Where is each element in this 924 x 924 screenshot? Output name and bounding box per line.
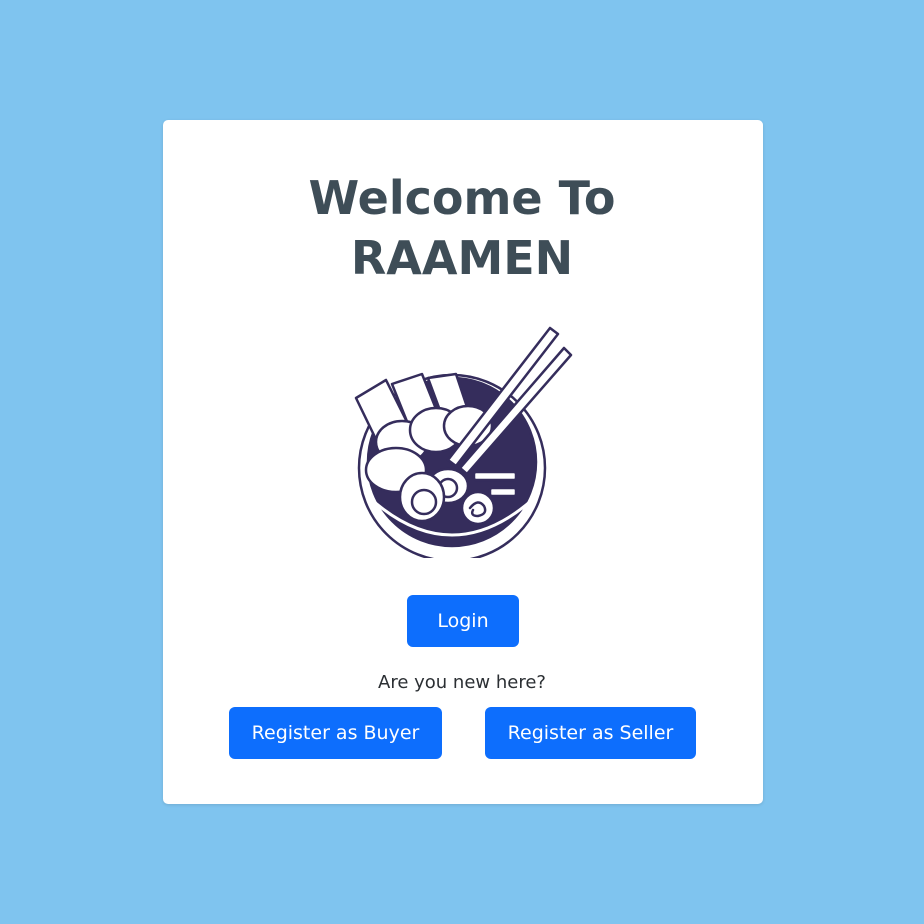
register-buyer-button[interactable]: Register as Buyer [229,707,442,759]
register-seller-button[interactable]: Register as Seller [485,707,696,759]
new-user-prompt: Are you new here? [378,672,546,693]
ramen-bowl-icon [354,326,573,558]
page-title: Welcome To RAAMEN [0,168,924,288]
page-title-line-2: RAAMEN [350,231,574,285]
page-title-line-1: Welcome To [308,171,616,225]
login-button[interactable]: Login [407,595,519,647]
